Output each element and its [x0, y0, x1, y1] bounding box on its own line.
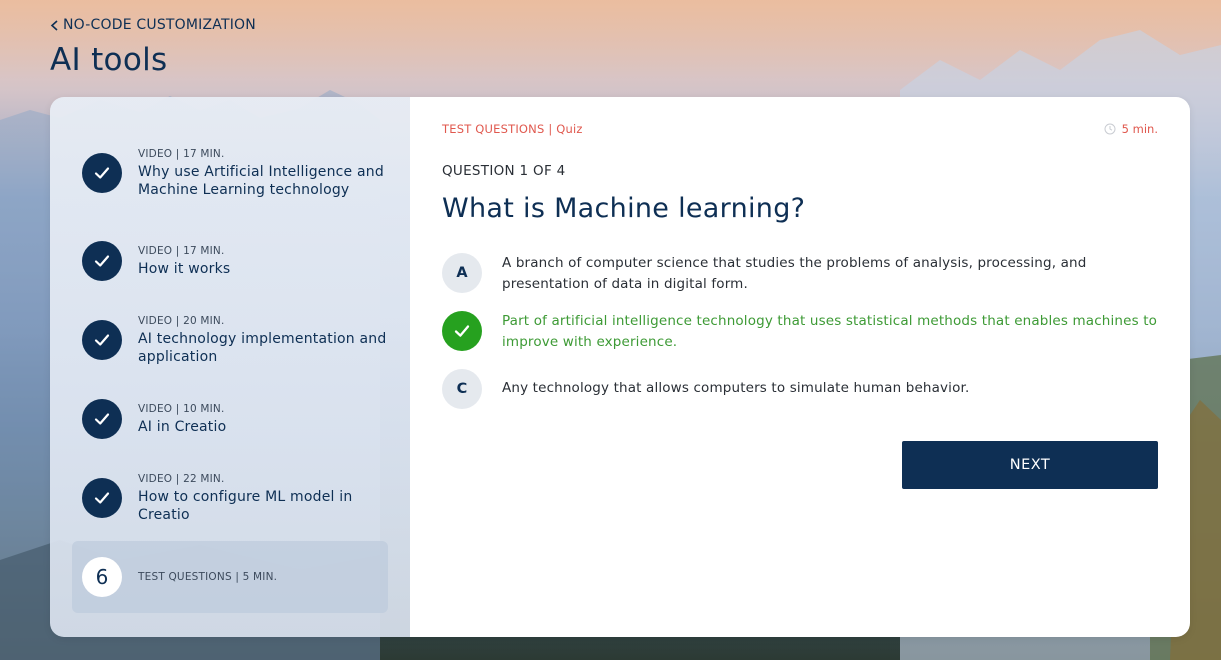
- lesson-title: Why use Artificial Intelligence and Mach…: [138, 163, 384, 198]
- back-link-label: NO-CODE CUSTOMIZATION: [63, 17, 256, 33]
- question-counter: QUESTION 1 OF 4: [442, 163, 566, 179]
- option-text: Part of artificial intelligence technolo…: [502, 313, 1158, 350]
- lesson-meta: TEST QUESTIONS | 5 MIN.: [138, 571, 278, 583]
- quiz-duration: 5 min.: [1104, 122, 1158, 136]
- checkmark-icon: [454, 325, 470, 337]
- page-title: AI tools: [50, 42, 168, 78]
- checkmark-icon: [94, 334, 110, 346]
- checkmark-icon: [94, 413, 110, 425]
- completed-checkmark: [82, 153, 122, 193]
- completed-checkmark: [82, 241, 122, 281]
- lesson-number: 6: [82, 557, 122, 597]
- course-card: VIDEO | 17 MIN. Why use Artificial Intel…: [50, 97, 1190, 637]
- lesson-title: AI technology implementation and applica…: [138, 330, 387, 365]
- clock-icon: [1104, 123, 1116, 135]
- next-button[interactable]: NEXT: [902, 441, 1158, 489]
- correct-answer-badge: [442, 311, 482, 351]
- option-letter: A: [442, 253, 482, 293]
- checkmark-icon: [94, 255, 110, 267]
- back-link[interactable]: NO-CODE CUSTOMIZATION: [50, 17, 256, 33]
- lesson-item-6-active[interactable]: 6 TEST QUESTIONS | 5 MIN.: [72, 541, 388, 613]
- lesson-item-3[interactable]: VIDEO | 20 MIN. AI technology implementa…: [72, 307, 388, 373]
- quiz-panel: TEST QUESTIONS | Quiz 5 min. QUESTION 1 …: [410, 97, 1190, 637]
- duration-label: 5 min.: [1121, 122, 1158, 136]
- question-title: What is Machine learning?: [442, 193, 806, 224]
- lesson-meta: VIDEO | 22 MIN.: [138, 472, 225, 485]
- lesson-item-5[interactable]: VIDEO | 22 MIN. How to configure ML mode…: [72, 465, 388, 531]
- lesson-meta: VIDEO | 20 MIN.: [138, 314, 225, 327]
- lesson-item-4[interactable]: VIDEO | 10 MIN. AI in Creatio: [72, 395, 388, 443]
- lesson-item-2[interactable]: VIDEO | 17 MIN. How it works: [72, 237, 388, 285]
- option-letter: C: [442, 369, 482, 409]
- lesson-meta: VIDEO | 17 MIN.: [138, 244, 225, 257]
- answer-option-a[interactable]: A A branch of computer science that stud…: [442, 253, 1162, 295]
- answer-option-b[interactable]: Part of artificial intelligence technolo…: [442, 311, 1162, 353]
- answer-option-c[interactable]: C Any technology that allows computers t…: [442, 369, 1162, 409]
- lesson-title: How to configure ML model in Creatio: [138, 488, 353, 523]
- completed-checkmark: [82, 478, 122, 518]
- completed-checkmark: [82, 399, 122, 439]
- lesson-meta: VIDEO | 10 MIN.: [138, 402, 225, 415]
- lesson-item-1[interactable]: VIDEO | 17 MIN. Why use Artificial Intel…: [72, 133, 388, 213]
- checkmark-icon: [94, 167, 110, 179]
- checkmark-icon: [94, 492, 110, 504]
- lesson-title: AI in Creatio: [138, 418, 227, 435]
- option-text: Any technology that allows computers to …: [502, 380, 970, 396]
- lesson-sidebar: VIDEO | 17 MIN. Why use Artificial Intel…: [50, 97, 410, 637]
- quiz-breadcrumb: TEST QUESTIONS | Quiz: [442, 122, 583, 136]
- lesson-meta: VIDEO | 17 MIN.: [138, 147, 225, 160]
- lesson-title: How it works: [138, 260, 231, 277]
- completed-checkmark: [82, 320, 122, 360]
- chevron-left-icon: [50, 19, 58, 31]
- option-text: A branch of computer science that studie…: [502, 255, 1087, 292]
